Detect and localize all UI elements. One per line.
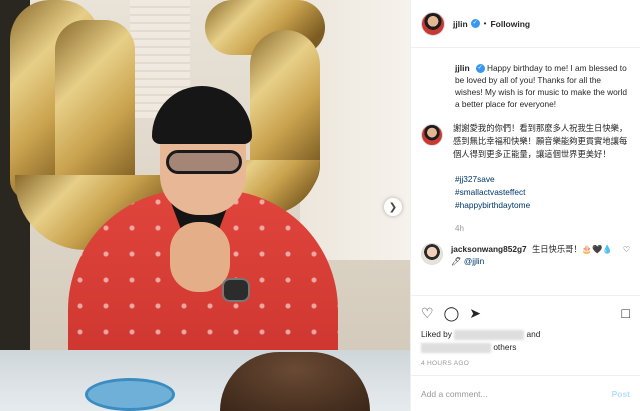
likes-others-link[interactable]: others — [493, 342, 516, 352]
verified-icon: ✓ — [470, 19, 480, 28]
caption-zh-row: 謝謝愛我的你們！看到那麼多人祝我生日快樂，感到無比幸福和快樂！願音樂能夠更貫實地… — [421, 122, 630, 161]
hashtag-link[interactable]: #happybirthdaytome — [455, 199, 630, 212]
person-watch — [222, 278, 250, 302]
post-button[interactable]: Post — [612, 389, 630, 399]
instagram-post: ❯ jjlin ✓ • Following jjlin ✓ Happy birth… — [0, 0, 640, 411]
caption-text-zh: 謝謝愛我的你們！看到那麼多人祝我生日快樂，感到無比幸福和快樂！願音樂能夠更貫實地… — [453, 123, 628, 159]
action-bar: ♡ ◯ ➤ □ Liked by and others 4 HOURS AGO — [411, 295, 640, 367]
header-separator: • — [483, 19, 487, 28]
person-glasses — [166, 150, 242, 174]
comment-item: jacksonwang852g7 生日快乐哥！🎂🖤💧🖊 @jjlin ♡ — [421, 243, 630, 267]
hashtag-list: #jj327save #smallactvasteffect #happybir… — [455, 173, 630, 212]
verified-icon: ✓ — [475, 64, 485, 74]
post-sidebar: jjlin ✓ • Following jjlin ✓ Happy birthda… — [410, 0, 640, 411]
comment-mention[interactable]: @jjlin — [464, 256, 484, 266]
following-button[interactable]: Following — [490, 19, 530, 29]
heart-icon[interactable]: ♡ — [421, 306, 434, 320]
comments-section: jjlin ✓ Happy birthday to me! I am blesse… — [411, 48, 640, 295]
caption: jjlin ✓ Happy birthday to me! I am blesse… — [421, 62, 630, 110]
commenter-username[interactable]: jacksonwang852g7 — [451, 244, 527, 254]
comment-input[interactable] — [421, 388, 612, 399]
likes-summary: Liked by and others — [421, 328, 630, 354]
likes-count-redacted[interactable] — [421, 342, 491, 353]
likes-prefix: Liked by — [421, 329, 452, 339]
caption-text-en: jjlin ✓ Happy birthday to me! I am blesse… — [455, 62, 630, 110]
avatar[interactable] — [421, 124, 443, 146]
photo-plate — [85, 378, 175, 411]
comment-icon[interactable]: ◯ — [444, 306, 460, 320]
share-icon[interactable]: ➤ — [469, 306, 481, 320]
header-username[interactable]: jjlin — [453, 19, 468, 29]
caption-username[interactable]: jjlin — [455, 63, 470, 73]
hashtag-link[interactable]: #smallactvasteffect — [455, 186, 630, 199]
add-comment-bar: Post — [411, 375, 640, 411]
post-photo[interactable]: ❯ — [0, 0, 410, 411]
hashtag-link[interactable]: #jj327save — [455, 173, 630, 186]
comment-text: jacksonwang852g7 生日快乐哥！🎂🖤💧🖊 @jjlin — [451, 243, 619, 267]
posted-time: 4 HOURS AGO — [421, 360, 470, 367]
person-hands — [170, 222, 230, 292]
commenter-avatar[interactable] — [421, 243, 443, 265]
chevron-right-icon[interactable]: ❯ — [384, 198, 402, 216]
post-header: jjlin ✓ • Following — [411, 0, 640, 48]
comment-like-heart-icon[interactable]: ♡ — [623, 245, 630, 254]
liker-name-redacted[interactable] — [454, 329, 525, 340]
avatar[interactable] — [421, 11, 445, 36]
caption-time: 4h — [455, 224, 464, 233]
action-icons: ♡ ◯ ➤ □ — [421, 302, 630, 324]
bookmark-icon[interactable]: □ — [622, 306, 630, 320]
likes-conj: and — [526, 329, 541, 339]
